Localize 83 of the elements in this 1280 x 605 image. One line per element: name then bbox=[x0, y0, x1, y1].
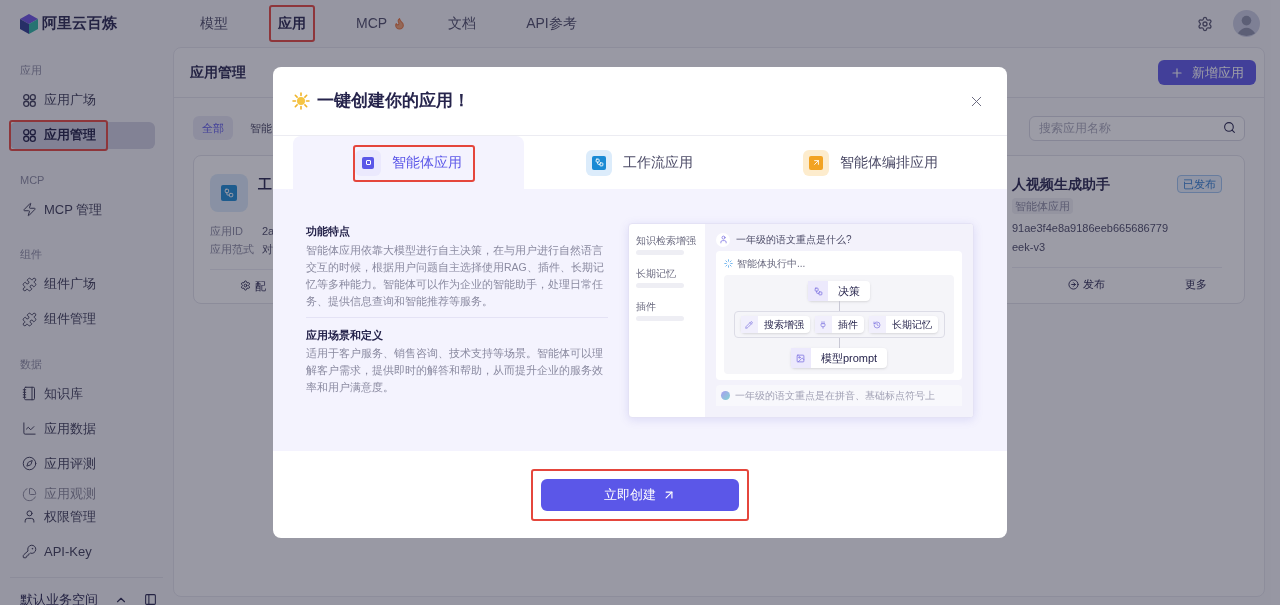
field-value: 91ae3f4e8a9186eeb665686779 bbox=[1012, 221, 1169, 236]
grid-icon bbox=[22, 127, 37, 143]
node-icon bbox=[814, 316, 832, 333]
assistant-logo-icon bbox=[721, 391, 730, 400]
loading-icon bbox=[724, 259, 733, 268]
publish-icon bbox=[1068, 278, 1079, 290]
node-icon bbox=[868, 316, 886, 333]
collapse-sidebar-icon[interactable] bbox=[144, 593, 157, 605]
preview-label: 插件 bbox=[636, 300, 657, 313]
section-heading: 功能特点 bbox=[306, 224, 351, 239]
user-avatar-icon bbox=[716, 232, 730, 247]
section-text: 适用于客户服务、销售咨询、技术支持等场景。智能体可以理解客户需求，提供即时的解答和帮助，从而提升企业的服务效率和用户满意度。 bbox=[306, 346, 604, 395]
sidebar-item[interactable]: 应用广场 bbox=[10, 86, 155, 114]
key-icon bbox=[22, 544, 37, 559]
notebook-icon bbox=[22, 386, 37, 401]
dialog-tab[interactable]: 工作流应用 bbox=[524, 136, 755, 189]
filter-tab[interactable]: 智能 bbox=[241, 115, 281, 140]
sun-icon bbox=[292, 92, 310, 110]
create-button[interactable]: 立即创建 bbox=[541, 478, 739, 511]
status-text: 智能体执行中... bbox=[737, 257, 806, 271]
puzzle-icon bbox=[22, 311, 37, 327]
settings-icon[interactable] bbox=[1197, 15, 1213, 32]
sidebar-item[interactable]: 知识库 bbox=[10, 380, 155, 407]
section-heading: 应用场景和定义 bbox=[306, 327, 384, 343]
field-value: eek-v3 bbox=[1012, 239, 1047, 255]
lightning-icon bbox=[22, 202, 37, 217]
logo-text: 阿里云百炼 bbox=[42, 13, 117, 34]
node-label: 插件 bbox=[836, 318, 859, 332]
nav-tab[interactable]: 文档 bbox=[440, 13, 485, 34]
publish-button[interactable]: 发布 bbox=[1068, 276, 1105, 293]
sidebar-item[interactable]: MCP 管理 bbox=[10, 196, 155, 223]
dialog-tab[interactable]: 智能体编排应用 bbox=[755, 136, 986, 189]
compass-icon bbox=[22, 456, 37, 471]
node-label: 搜索增强 bbox=[762, 318, 805, 332]
sidebar-item[interactable]: API-Key bbox=[10, 538, 155, 565]
field-label: 应用范式 bbox=[210, 242, 254, 257]
card-title: 工 bbox=[258, 174, 272, 194]
nav-tab[interactable]: API参考 bbox=[518, 13, 585, 34]
sidebar-item[interactable]: 应用观测 bbox=[10, 485, 155, 503]
field-value: 2a bbox=[262, 223, 275, 239]
workflow-icon bbox=[586, 149, 612, 176]
page-title: 应用管理 bbox=[190, 63, 246, 82]
nav-tab[interactable]: 应用 bbox=[270, 13, 314, 34]
field-value: 对 bbox=[262, 242, 273, 257]
field-label: 应用ID bbox=[210, 223, 244, 239]
nav-tab[interactable]: 模型 bbox=[192, 13, 236, 34]
new-app-button[interactable]: 新增应用 bbox=[1158, 60, 1256, 85]
chart-icon bbox=[22, 421, 37, 436]
preview-label: 长期记忆 bbox=[636, 267, 677, 280]
sidebar-item[interactable]: 应用数据 bbox=[10, 415, 155, 442]
dialog-tab[interactable]: 智能体应用 bbox=[293, 136, 524, 189]
more-button[interactable]: 更多 bbox=[1185, 276, 1207, 293]
node-icon bbox=[740, 316, 758, 333]
user-icon bbox=[22, 509, 37, 524]
sidebar-item[interactable]: 应用评测 bbox=[10, 450, 155, 477]
dialog-title: 一键创建你的应用！ bbox=[317, 90, 470, 113]
card-action[interactable]: 配 bbox=[240, 277, 266, 294]
orchestration-icon bbox=[803, 149, 829, 176]
logo-icon bbox=[20, 13, 38, 34]
status-badge: 已发布 bbox=[1177, 174, 1222, 194]
section-text: 智能体应用依靠大模型进行自主决策，在与用户进行自然语言交互的时候，根据用户问题自主选择使用RAG、插件、长期记忆等多种能力。智能体可以作为企业的智能助手，处理日常任务、提供信息查询和智能推荐等服务。 bbox=[306, 242, 605, 309]
agent-icon bbox=[355, 149, 381, 176]
sidebar-item[interactable]: 组件管理 bbox=[10, 305, 155, 333]
sidebar-item[interactable]: 权限管理 bbox=[10, 503, 155, 530]
sidebar-item[interactable]: 组件广场 bbox=[10, 270, 155, 298]
sidebar-item[interactable]: 应用管理 bbox=[10, 121, 155, 149]
node-label: 长期记忆 bbox=[890, 318, 933, 332]
plus-icon bbox=[1170, 65, 1184, 80]
settings-icon bbox=[240, 280, 251, 292]
section-heading: MCP bbox=[19, 172, 46, 188]
node-icon bbox=[808, 281, 828, 301]
node-label: 决策 bbox=[837, 283, 861, 299]
card-title: 人视频生成助手 bbox=[1012, 174, 1110, 194]
workflow-icon bbox=[210, 173, 248, 212]
grid-icon bbox=[22, 92, 37, 108]
preview-label: 知识检索增强 bbox=[636, 234, 697, 247]
nav-tab[interactable]: MCP bbox=[348, 13, 396, 34]
puzzle-icon bbox=[22, 276, 37, 292]
node-icon bbox=[790, 348, 811, 368]
question-text: 一年级的语文重点是什么? bbox=[736, 233, 852, 247]
filter-tab[interactable]: 全部 bbox=[193, 115, 233, 140]
search-icon bbox=[1223, 121, 1236, 134]
node-label: 模型prompt bbox=[819, 350, 879, 366]
